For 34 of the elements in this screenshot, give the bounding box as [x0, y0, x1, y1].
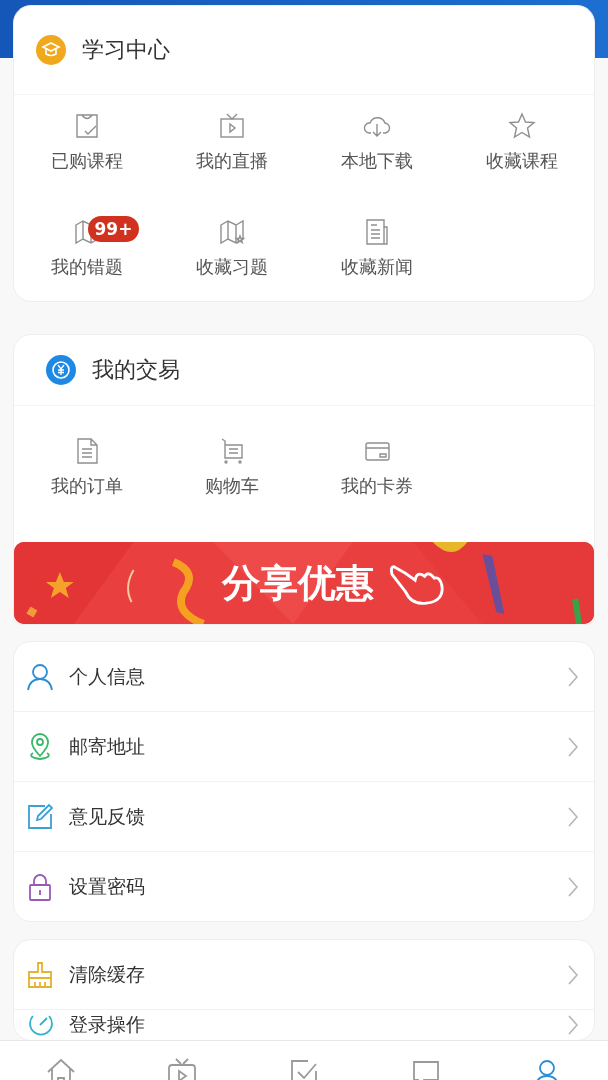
shortcut-item[interactable]: 购物车 [159, 436, 304, 498]
menu-item[interactable]: 设置密码 [14, 852, 594, 921]
tv-icon[interactable] [166, 1057, 199, 1080]
menu-item[interactable]: 意见反馈 [14, 782, 594, 852]
menu-item[interactable]: 清除缓存 [14, 940, 594, 1010]
shortcut-item[interactable]: 我的卡券 [304, 436, 449, 498]
person-icon [25, 661, 55, 692]
check-icon[interactable] [288, 1057, 320, 1080]
chevron-right-icon [568, 806, 578, 827]
shortcut-item[interactable]: 收藏课程 [449, 111, 594, 173]
broom-icon [25, 959, 55, 990]
count-badge: 99+ [87, 216, 140, 242]
graduation-cap-icon [36, 35, 66, 65]
section-title: 学习中心 [82, 36, 170, 64]
shortcut-item[interactable]: 已购课程 [14, 111, 159, 173]
chevron-right-icon [568, 1015, 578, 1035]
edit-icon [25, 801, 55, 832]
menu-item[interactable]: 个人信息 [14, 642, 594, 712]
shortcut-item[interactable]: 收藏习题 [159, 217, 304, 279]
chevron-right-icon [568, 876, 578, 897]
share-banner[interactable]: 分享优惠 [14, 542, 594, 624]
chevron-right-icon [568, 736, 578, 757]
menu-item[interactable]: 登录操作 [14, 1010, 594, 1040]
section-title: 我的交易 [92, 356, 180, 384]
chevron-right-icon [568, 666, 578, 687]
shortcut-item[interactable]: 本地下载 [304, 111, 449, 173]
shortcut-item[interactable]: 99+ 我的错题 [14, 217, 159, 279]
shortcut-item[interactable]: 我的订单 [14, 436, 159, 498]
shortcut-item[interactable]: 收藏新闻 [304, 217, 449, 279]
star-icon [506, 111, 537, 141]
shortcut-item[interactable]: 我的直播 [159, 111, 304, 173]
yuan-icon [46, 355, 76, 385]
chevron-right-icon [568, 964, 578, 985]
menu-item[interactable]: 邮寄地址 [14, 712, 594, 782]
